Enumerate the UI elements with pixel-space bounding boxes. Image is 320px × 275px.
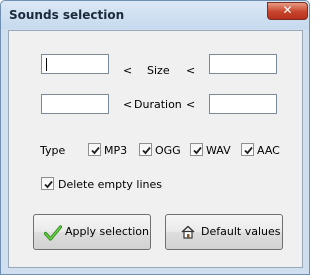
- checkmark-icon: [193, 146, 202, 155]
- ogg-checkbox[interactable]: [139, 143, 152, 156]
- size-less-than-1: <: [123, 64, 133, 77]
- sounds-selection-window: Sounds selection ✕ < Size < < Duration <…: [0, 0, 310, 275]
- title-bar[interactable]: Sounds selection ✕: [1, 1, 309, 29]
- size-label: Size: [147, 64, 170, 77]
- aac-checkbox[interactable]: [241, 143, 254, 156]
- duration-max-input[interactable]: [209, 94, 277, 114]
- checkmark-icon: [142, 146, 151, 155]
- aac-label[interactable]: AAC: [257, 144, 280, 157]
- window-title: Sounds selection: [9, 8, 125, 22]
- apply-selection-label: Apply selection: [65, 225, 149, 238]
- duration-less-than-1: <: [123, 98, 133, 111]
- size-max-input[interactable]: [209, 54, 277, 74]
- default-values-label: Default values: [201, 225, 281, 238]
- default-values-button[interactable]: Default values: [165, 214, 283, 250]
- size-less-than-2: <: [186, 64, 196, 77]
- duration-less-than-2: <: [186, 98, 196, 111]
- delete-empty-lines-checkbox[interactable]: [41, 177, 54, 190]
- wav-checkbox[interactable]: [190, 143, 203, 156]
- checkmark-icon: [91, 146, 100, 155]
- ogg-label[interactable]: OGG: [155, 144, 181, 157]
- wav-label[interactable]: WAV: [206, 144, 231, 157]
- type-label: Type: [40, 144, 66, 157]
- close-button[interactable]: ✕: [267, 2, 308, 20]
- green-check-icon: [44, 225, 62, 241]
- dialog-body: < Size < < Duration < Type MP3 OGG WAV A…: [8, 30, 303, 268]
- house-icon: [181, 225, 195, 239]
- mp3-label[interactable]: MP3: [104, 144, 127, 157]
- mp3-checkbox[interactable]: [88, 143, 101, 156]
- size-min-input[interactable]: [41, 54, 109, 74]
- text-caret: [46, 58, 47, 71]
- checkmark-icon: [244, 146, 253, 155]
- duration-label: Duration: [134, 98, 182, 111]
- duration-min-input[interactable]: [41, 94, 109, 114]
- checkmark-icon: [44, 180, 53, 189]
- close-icon: ✕: [282, 3, 293, 17]
- delete-empty-lines-label[interactable]: Delete empty lines: [58, 178, 162, 191]
- apply-selection-button[interactable]: Apply selection: [33, 214, 151, 250]
